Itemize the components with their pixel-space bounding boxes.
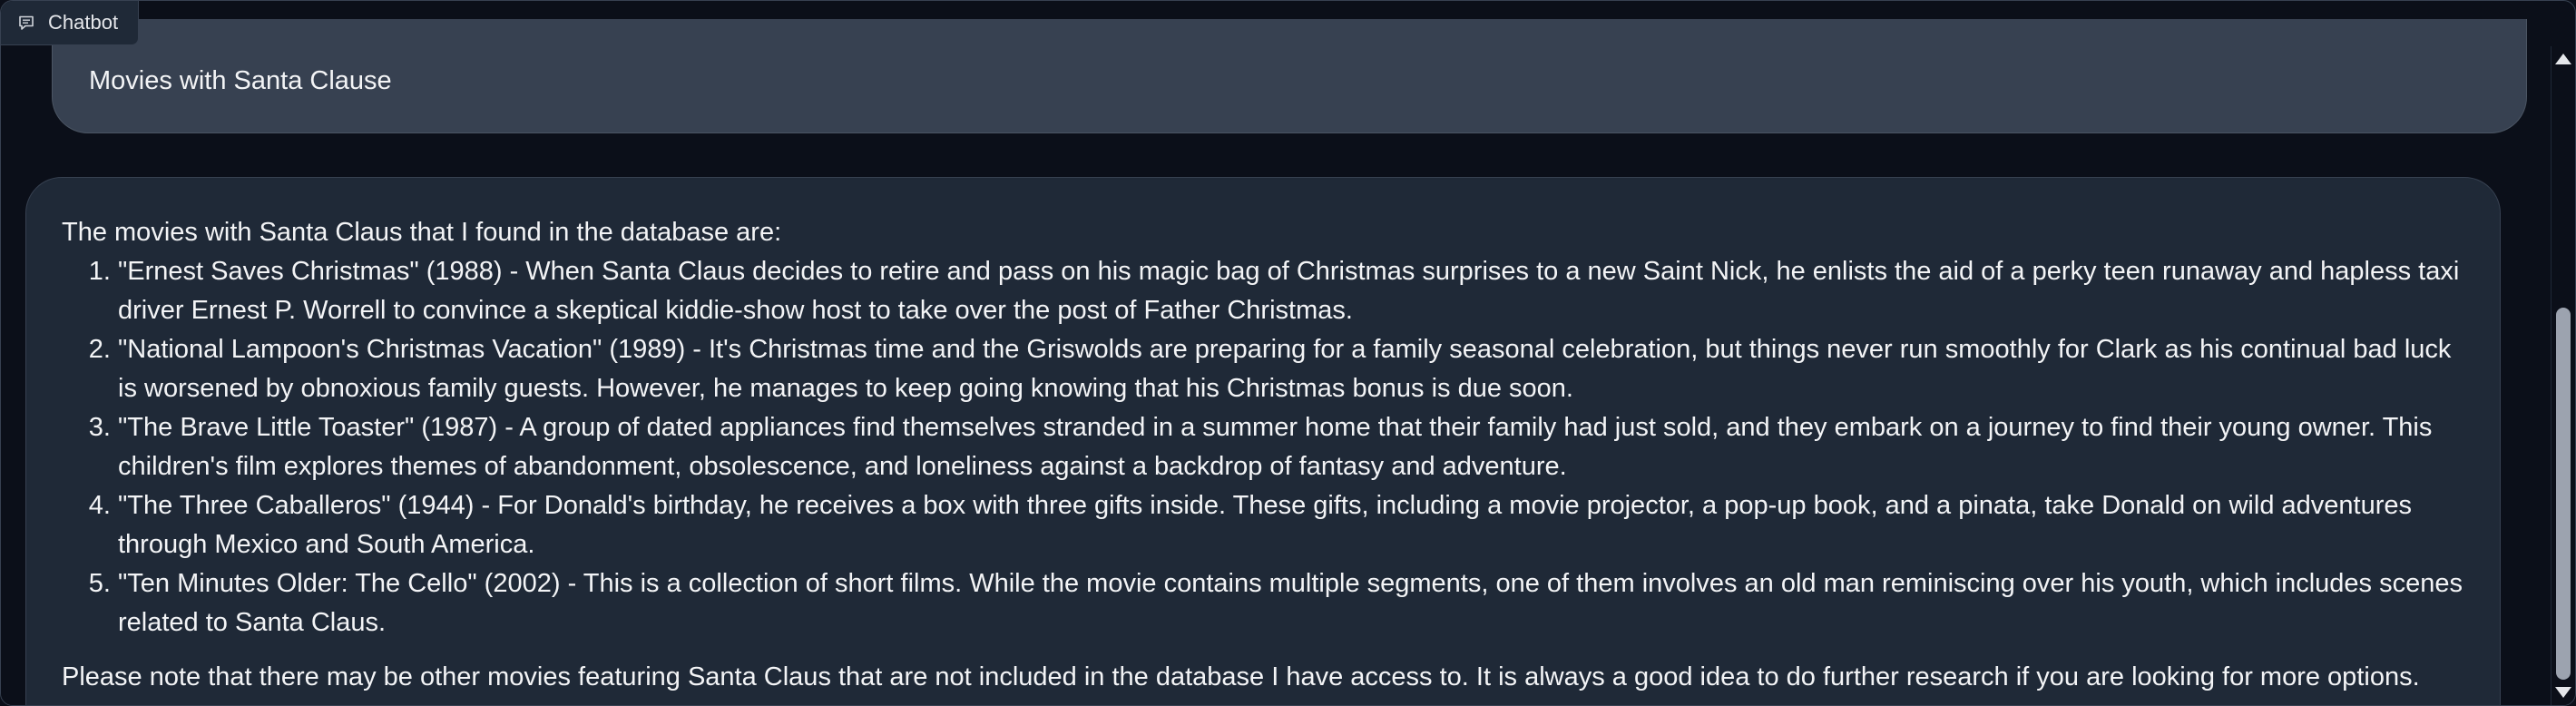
- chat-bubble-icon: [17, 14, 35, 32]
- chatbot-label-text: Chatbot: [48, 11, 119, 34]
- list-item: "Ten Minutes Older: The Cello" (2002) - …: [118, 564, 2467, 642]
- list-item: "National Lampoon's Christmas Vacation" …: [118, 330, 2467, 408]
- scrollbar-thumb[interactable]: [2556, 308, 2571, 680]
- panel-gutter: [1, 44, 25, 705]
- user-message: Movies with Santa Clause: [52, 19, 2527, 133]
- bot-message: The movies with Santa Claus that I found…: [25, 177, 2501, 705]
- list-item: "The Three Caballeros" (1944) - For Dona…: [118, 486, 2467, 564]
- user-message-text: Movies with Santa Clause: [89, 66, 392, 95]
- bot-message-note: Please note that there may be other movi…: [62, 662, 2420, 691]
- chatbot-label: Chatbot: [1, 1, 140, 45]
- bot-message-intro: The movies with Santa Claus that I found…: [62, 218, 782, 247]
- list-item: "The Brave Little Toaster" (1987) - A gr…: [118, 408, 2467, 486]
- scroll-down-arrow-icon[interactable]: [2555, 687, 2571, 698]
- list-item: "Ernest Saves Christmas" (1988) - When S…: [118, 252, 2467, 330]
- scroll-up-arrow-icon[interactable]: [2555, 54, 2571, 64]
- chatbot-panel: Chatbot Movies with Santa Clause The mov…: [0, 0, 2576, 706]
- movie-list: "Ernest Saves Christmas" (1988) - When S…: [62, 252, 2467, 642]
- vertical-scrollbar[interactable]: [2551, 46, 2575, 705]
